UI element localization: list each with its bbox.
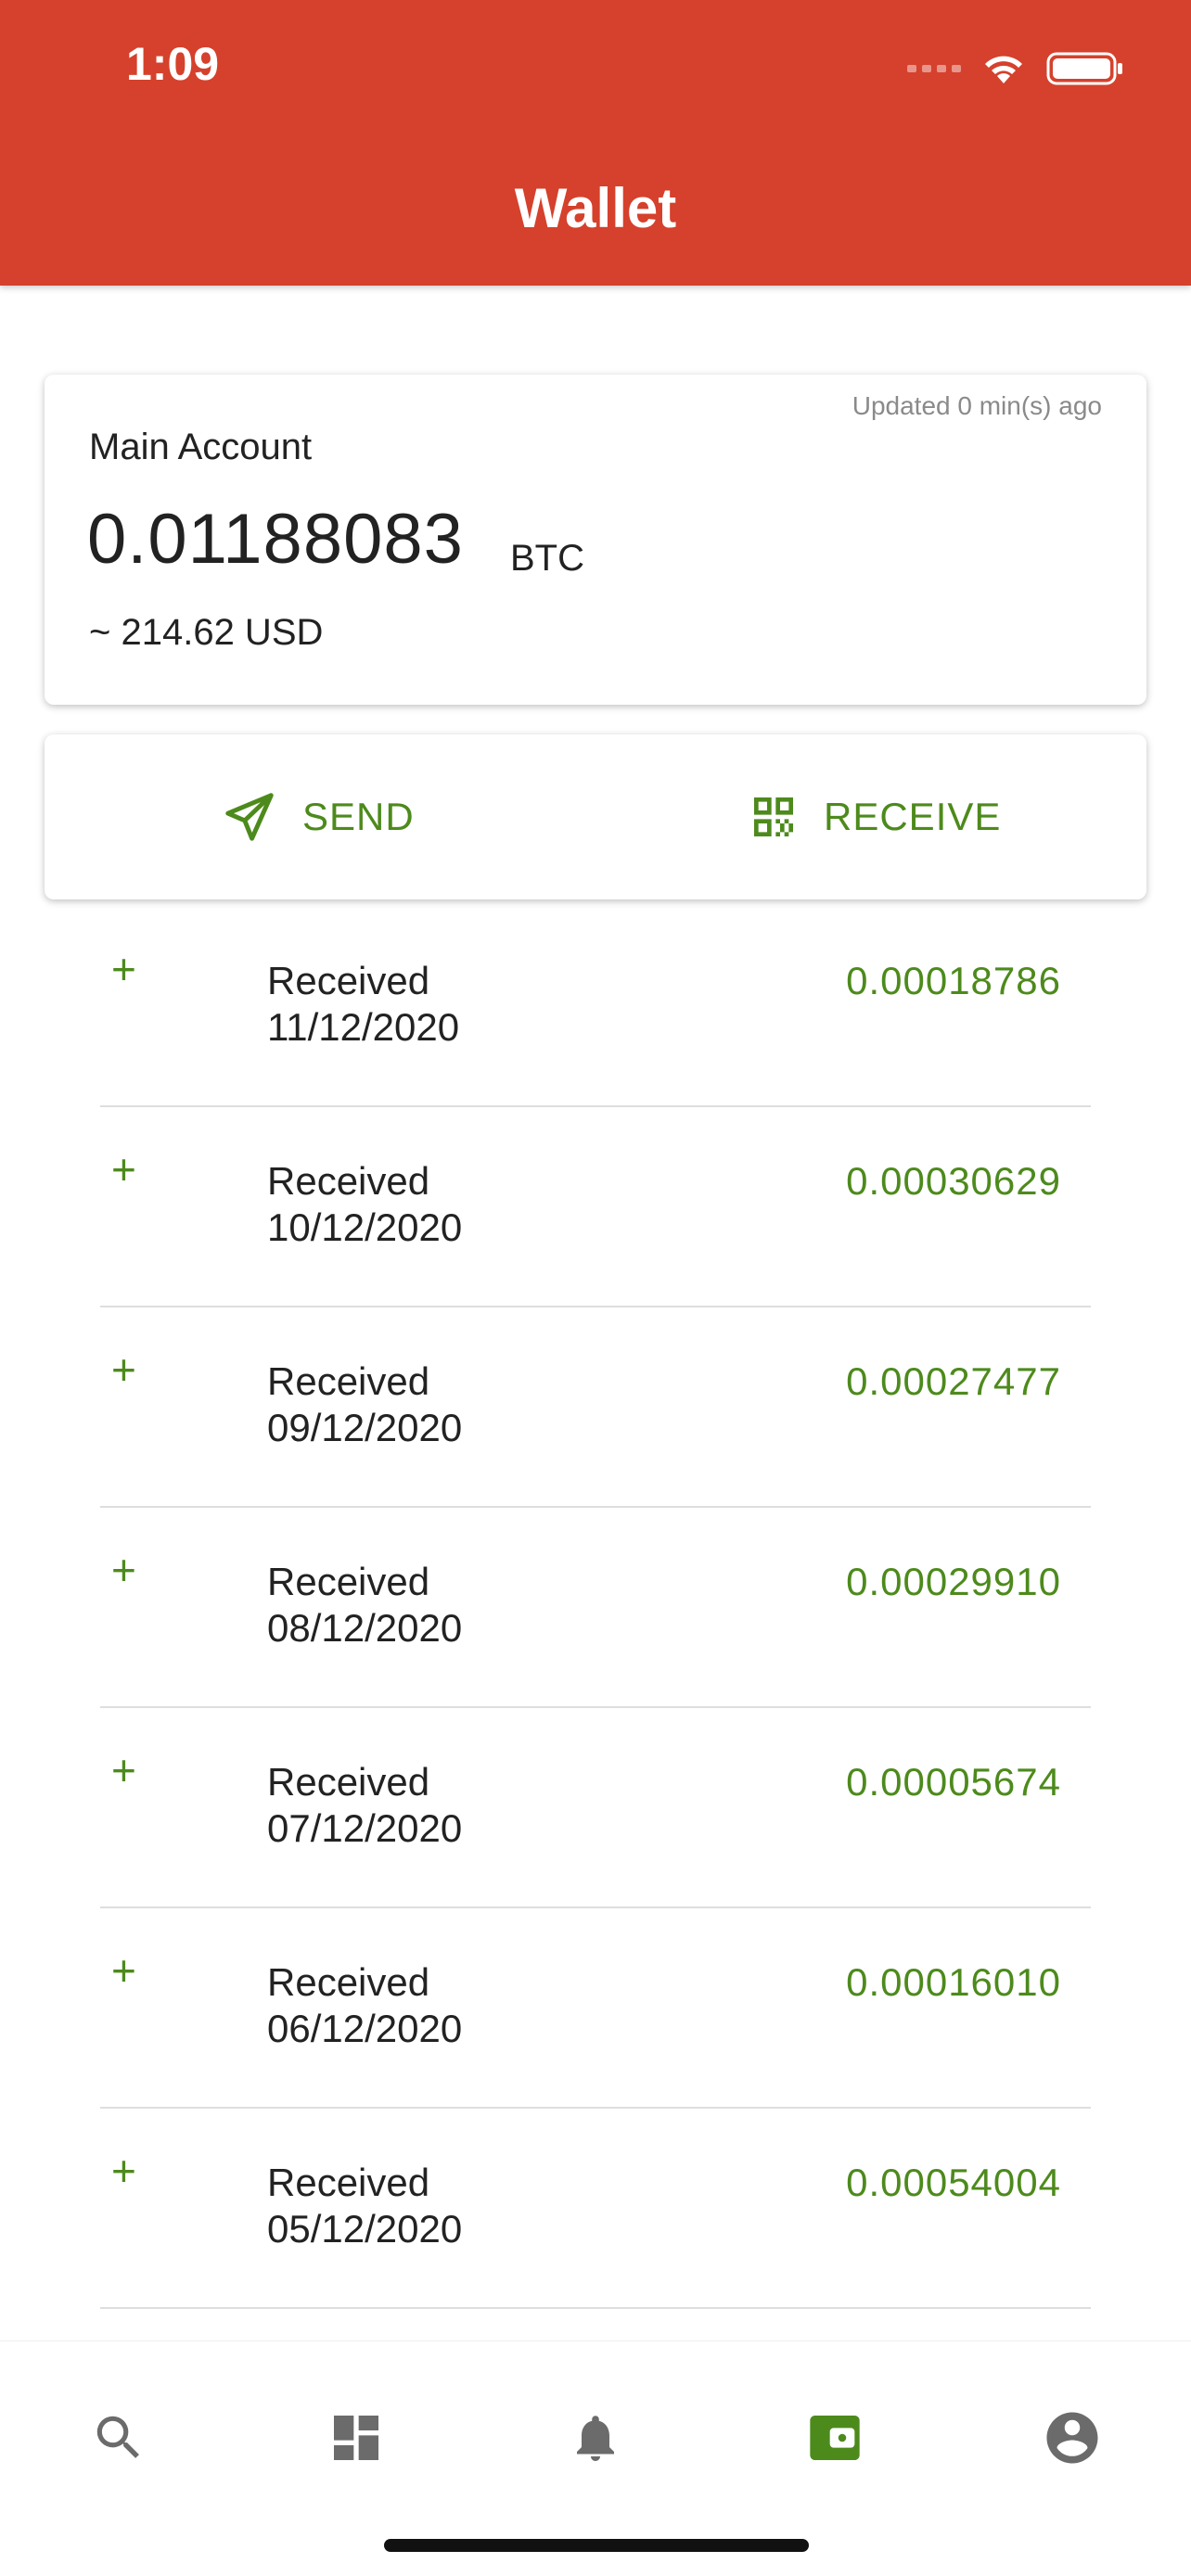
account-circle-icon — [1046, 2412, 1098, 2464]
btc-balance: 0.01188083 — [87, 500, 464, 579]
transaction-row[interactable]: + Received 08/12/2020 0.00029910 — [100, 1508, 1091, 1708]
transaction-date: 08/12/2020 — [267, 1606, 463, 1650]
btc-unit: BTC — [510, 538, 584, 579]
transaction-row[interactable]: + Received 07/12/2020 0.00005674 — [100, 1708, 1091, 1908]
transaction-row[interactable]: + Received 11/12/2020 0.00018786 — [100, 907, 1091, 1107]
receive-label: RECEIVE — [824, 795, 1002, 838]
search-icon — [96, 2416, 139, 2458]
wallet-icon — [810, 2416, 860, 2460]
page-title: Wallet — [514, 177, 677, 239]
plus-icon: + — [111, 2147, 136, 2195]
receive-button[interactable]: RECEIVE — [748, 734, 1001, 899]
plus-icon: + — [111, 1546, 136, 1594]
nav-notifications[interactable] — [551, 2393, 640, 2482]
home-indicator[interactable] — [384, 2539, 809, 2552]
qr-code-icon — [754, 797, 793, 836]
battery-icon — [1046, 52, 1122, 85]
status-icons — [907, 46, 1124, 91]
plus-icon: + — [111, 945, 136, 993]
dashboard-icon — [334, 2416, 378, 2460]
transaction-row[interactable]: + Received 09/12/2020 0.00027477 — [100, 1307, 1091, 1508]
transaction-amount: 0.00030629 — [846, 1159, 1061, 1203]
transaction-amount: 0.00029910 — [846, 1560, 1061, 1603]
nav-dashboard[interactable] — [312, 2393, 401, 2482]
cellular-signal-icon — [907, 65, 961, 72]
send-label: SEND — [302, 795, 415, 838]
transaction-list: + Received 11/12/2020 0.00018786 + Recei… — [100, 907, 1091, 2309]
bell-icon — [577, 2416, 614, 2461]
send-button[interactable]: SEND — [221, 734, 415, 899]
app-header: 1:09 Wallet — [0, 0, 1191, 286]
transaction-type: Received — [267, 1159, 430, 1203]
send-icon — [225, 793, 274, 841]
plus-icon: + — [111, 1145, 136, 1193]
transaction-type: Received — [267, 1960, 430, 2004]
plus-icon: + — [111, 1946, 136, 1995]
plus-icon: + — [111, 1746, 136, 1794]
transaction-date: 11/12/2020 — [267, 1005, 460, 1049]
plus-icon: + — [111, 1345, 136, 1394]
balance-card: Updated 0 min(s) ago Main Account 0.0118… — [45, 375, 1146, 705]
nav-wallet[interactable] — [790, 2393, 879, 2482]
transaction-amount: 0.00027477 — [846, 1359, 1061, 1403]
transaction-type: Received — [267, 2161, 430, 2204]
transaction-date: 07/12/2020 — [267, 1806, 463, 1850]
usd-balance: ~ 214.62 USD — [89, 612, 324, 653]
transaction-type: Received — [267, 959, 430, 1002]
transaction-row[interactable]: + Received 10/12/2020 0.00030629 — [100, 1107, 1091, 1307]
transaction-date: 10/12/2020 — [267, 1205, 463, 1249]
transaction-type: Received — [267, 1359, 430, 1403]
transaction-type: Received — [267, 1760, 430, 1804]
nav-profile[interactable] — [1028, 2393, 1117, 2482]
status-time: 1:09 — [126, 38, 220, 90]
transaction-date: 05/12/2020 — [267, 2207, 463, 2251]
transaction-date: 06/12/2020 — [267, 2007, 463, 2050]
transaction-row[interactable]: + Received 06/12/2020 0.00016010 — [100, 1908, 1091, 2109]
action-card: SEND RECEIVE — [45, 734, 1146, 899]
transaction-amount: 0.00054004 — [846, 2161, 1061, 2204]
account-name: Main Account — [89, 427, 313, 467]
transaction-amount: 0.00005674 — [846, 1760, 1061, 1804]
transaction-type: Received — [267, 1560, 430, 1603]
transaction-row[interactable]: + Received 05/12/2020 0.00054004 — [100, 2109, 1091, 2309]
transaction-date: 09/12/2020 — [267, 1406, 463, 1449]
nav-search[interactable] — [74, 2393, 163, 2482]
last-updated-text: Updated 0 min(s) ago — [852, 391, 1102, 420]
transaction-amount: 0.00016010 — [846, 1960, 1061, 2004]
transaction-amount: 0.00018786 — [846, 959, 1061, 1002]
wifi-icon — [985, 56, 1022, 83]
